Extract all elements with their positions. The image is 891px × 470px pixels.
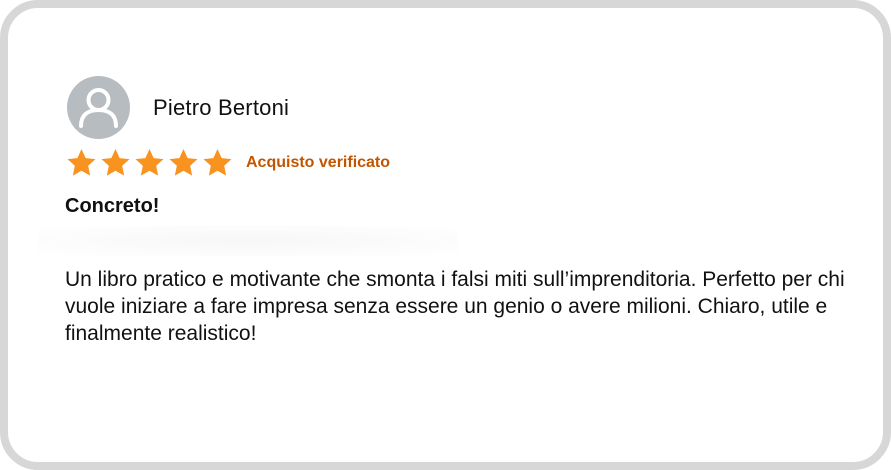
review-title: Concreto! bbox=[65, 195, 160, 217]
review-body: Un libro pratico e motivante che smonta … bbox=[65, 268, 845, 345]
reviewer-header: Pietro Bertoni bbox=[67, 76, 289, 139]
rating-row: Acquisto verificato bbox=[65, 147, 390, 179]
verified-purchase-badge: Acquisto verificato bbox=[246, 154, 391, 171]
star-icon bbox=[169, 149, 198, 176]
star-icon bbox=[203, 149, 232, 176]
star-icon bbox=[101, 149, 130, 176]
review-card: Pietro Bertoni Acquisto verificato Concr… bbox=[0, 0, 891, 470]
star-icon bbox=[135, 149, 164, 176]
user-avatar-icon bbox=[67, 76, 130, 139]
star-icon bbox=[67, 149, 96, 176]
star-rating[interactable] bbox=[65, 147, 234, 179]
blurred-region bbox=[38, 226, 458, 256]
reviewer-name[interactable]: Pietro Bertoni bbox=[153, 95, 289, 121]
